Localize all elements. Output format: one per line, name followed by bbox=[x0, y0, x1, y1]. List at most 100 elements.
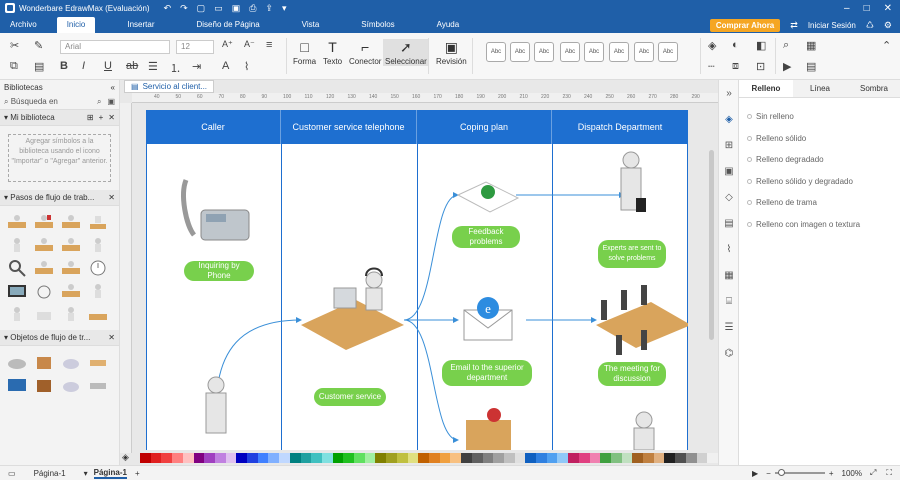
shadow-icon[interactable]: ◧ bbox=[756, 39, 766, 52]
color-swatch[interactable] bbox=[236, 453, 248, 463]
zoom-slider-handle[interactable] bbox=[777, 469, 785, 476]
color-swatch[interactable] bbox=[600, 453, 611, 463]
zoom-level[interactable]: 100% bbox=[842, 469, 862, 478]
symbol-thumbnail[interactable] bbox=[6, 304, 28, 324]
shape-tool[interactable]: □ Forma bbox=[293, 39, 316, 66]
select-tool[interactable]: ➚ Seleccionar bbox=[383, 39, 429, 66]
filter-panel-icon[interactable]: ☰ bbox=[719, 314, 739, 340]
tab-inicio[interactable]: Inicio bbox=[56, 17, 96, 33]
symbol-thumbnail[interactable] bbox=[6, 375, 28, 395]
symbol-thumbnail[interactable] bbox=[6, 212, 28, 232]
feedback-label[interactable]: Feedback problems bbox=[452, 226, 520, 248]
color-swatch[interactable] bbox=[632, 453, 644, 463]
search-go-icon[interactable]: ⌕ bbox=[97, 97, 101, 107]
color-swatch[interactable] bbox=[214, 453, 226, 463]
color-swatch[interactable] bbox=[653, 453, 665, 463]
italic-icon[interactable]: I bbox=[82, 60, 85, 72]
color-swatch[interactable] bbox=[461, 453, 472, 463]
symbol-thumbnail[interactable] bbox=[60, 258, 82, 278]
color-swatch[interactable] bbox=[225, 453, 237, 463]
color-swatch[interactable] bbox=[428, 453, 440, 463]
color-swatch[interactable] bbox=[182, 453, 194, 463]
symbol-thumbnail[interactable] bbox=[87, 281, 109, 301]
fill-bucket-icon[interactable]: ◈ bbox=[122, 452, 129, 463]
zoom-out-icon[interactable]: − bbox=[766, 469, 771, 478]
color-swatch[interactable] bbox=[364, 453, 376, 463]
gift-icon[interactable]: ♺ bbox=[866, 20, 874, 31]
symbol-thumbnail[interactable] bbox=[33, 352, 55, 372]
symbol-thumbnail[interactable] bbox=[60, 235, 82, 255]
color-swatch[interactable] bbox=[386, 453, 397, 463]
color-swatch[interactable] bbox=[482, 453, 494, 463]
list-icon[interactable]: ☰ bbox=[148, 60, 158, 73]
review-tool[interactable]: ▣ Revisión bbox=[436, 39, 467, 66]
meeting-label[interactable]: The meeting for discussion bbox=[598, 362, 666, 386]
option-gradient-fill[interactable]: Relleno degradado bbox=[747, 149, 860, 171]
option-pattern-fill[interactable]: Relleno de trama bbox=[747, 192, 860, 214]
fit-page-icon[interactable]: ⤢ bbox=[870, 468, 876, 478]
tab-archivo[interactable]: Archivo bbox=[0, 17, 47, 33]
drawing-page[interactable]: Caller Customer service telephone Coping… bbox=[146, 110, 688, 450]
color-swatch[interactable] bbox=[268, 453, 280, 463]
new-file-icon[interactable]: ▢ bbox=[197, 3, 206, 14]
symbol-thumbnail[interactable] bbox=[6, 235, 28, 255]
color-swatch[interactable] bbox=[685, 453, 697, 463]
connector-tool[interactable]: ⌐ Conector bbox=[349, 39, 381, 66]
color-swatch[interactable] bbox=[332, 453, 344, 463]
grid-panel-icon[interactable]: ⊞ bbox=[719, 132, 739, 158]
close-icon[interactable]: ✕ bbox=[884, 3, 892, 14]
export-icon[interactable]: ⇪ bbox=[265, 3, 273, 14]
align-icon[interactable]: ≡ bbox=[266, 39, 272, 51]
color-swatch[interactable] bbox=[418, 453, 429, 463]
color-swatch[interactable] bbox=[664, 453, 676, 463]
add-icon[interactable]: + bbox=[99, 113, 104, 122]
color-swatch[interactable] bbox=[589, 453, 601, 463]
share-icon[interactable]: ⇄ bbox=[790, 20, 798, 31]
color-swatch[interactable] bbox=[493, 453, 504, 463]
table-icon[interactable]: ▤ bbox=[806, 60, 816, 73]
color-swatch[interactable] bbox=[172, 453, 183, 463]
symbol-thumbnail[interactable] bbox=[33, 212, 55, 232]
symbol-thumbnail[interactable] bbox=[60, 352, 82, 372]
shrink-font-icon[interactable]: A⁻ bbox=[244, 39, 255, 50]
color-swatch[interactable] bbox=[247, 453, 258, 463]
page-layout-icon[interactable]: ▭ bbox=[8, 469, 16, 478]
paste-icon[interactable]: ▤ bbox=[34, 60, 44, 73]
attachment-panel-icon[interactable]: ⌸ bbox=[719, 288, 739, 314]
color-swatch[interactable] bbox=[300, 453, 312, 463]
highlight-icon[interactable]: ⌇ bbox=[244, 60, 249, 73]
settings-icon[interactable]: ⚙ bbox=[884, 20, 892, 31]
login-link[interactable]: Iniciar Sesión bbox=[808, 21, 856, 30]
collapse-ribbon-icon[interactable]: ⌃ bbox=[882, 39, 891, 52]
collapse-panel-icon[interactable]: « bbox=[111, 83, 115, 92]
more-icon[interactable]: ▾ bbox=[282, 3, 287, 14]
color-swatch[interactable] bbox=[471, 453, 483, 463]
color-swatch[interactable] bbox=[578, 453, 590, 463]
color-swatch[interactable] bbox=[514, 453, 526, 463]
symbol-thumbnail[interactable] bbox=[87, 235, 109, 255]
workflow-objects-section[interactable]: ▾ Objetos de flujo de tr... ✕ bbox=[0, 330, 119, 346]
symbol-thumbnail[interactable] bbox=[33, 235, 55, 255]
tab-linea[interactable]: Línea bbox=[793, 80, 847, 97]
document-tab[interactable]: ▤ Servicio al client... bbox=[124, 80, 215, 93]
my-library-section[interactable]: ▾ Mi biblioteca ⊞ + ✕ bbox=[0, 110, 119, 126]
fill-panel-icon[interactable]: ◈ bbox=[719, 106, 739, 132]
strikethrough-icon[interactable]: ab bbox=[126, 60, 138, 72]
style-preset-2[interactable]: Abc bbox=[510, 42, 530, 62]
print-icon[interactable]: ⎙ bbox=[249, 3, 256, 14]
layout-icon[interactable]: ▦ bbox=[806, 39, 816, 52]
color-swatch[interactable] bbox=[707, 453, 718, 463]
symbol-thumbnail[interactable] bbox=[87, 375, 109, 395]
zoom-icon[interactable]: ⌕ bbox=[783, 39, 789, 52]
library-search[interactable]: ⌕ Búsqueda en ⌕ ▣ bbox=[0, 94, 119, 110]
buy-button[interactable]: Comprar Ahora bbox=[709, 18, 781, 32]
symbol-thumbnail[interactable] bbox=[60, 304, 82, 324]
style-preset-4[interactable]: Abc bbox=[560, 42, 580, 62]
color-swatch[interactable] bbox=[289, 453, 301, 463]
symbol-thumbnail[interactable] bbox=[60, 212, 82, 232]
save-icon[interactable]: ▣ bbox=[232, 3, 241, 14]
symbol-thumbnail[interactable] bbox=[87, 258, 109, 278]
color-swatch[interactable] bbox=[150, 453, 162, 463]
import-icon[interactable]: ⊞ bbox=[87, 113, 94, 122]
style-preset-6[interactable]: Abc bbox=[609, 42, 629, 62]
